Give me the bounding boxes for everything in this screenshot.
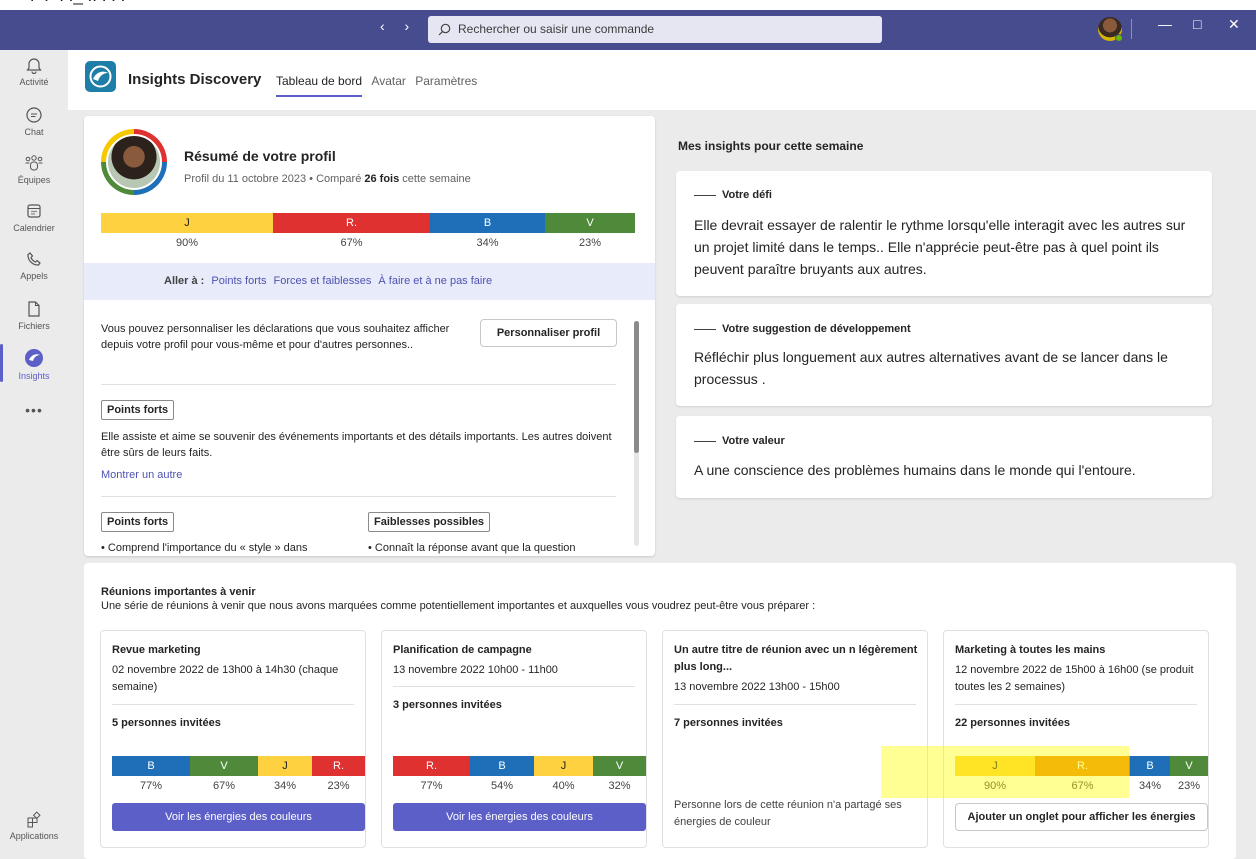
- meeting-card[interactable]: Revue marketing 02 novembre 2022 de 13h0…: [100, 630, 366, 848]
- meeting-invited: 7 personnes invitées: [674, 717, 783, 729]
- file-icon: [28, 301, 40, 317]
- upcoming-meetings: Réunions importantes à venir Une série d…: [84, 563, 1236, 859]
- meeting-invited: 22 personnes invitées: [955, 717, 1070, 729]
- search-input[interactable]: Rechercher ou saisir une commande: [428, 16, 882, 43]
- strength-item: • Comprend l'importance du « style » dan…: [101, 542, 308, 554]
- show-another-link[interactable]: Montrer un autre: [101, 469, 182, 481]
- weekly-insights: Mes insights pour cette semaine Votre dé…: [663, 116, 1236, 556]
- weakness-item: • Connaît la réponse avant que la questi…: [368, 542, 576, 554]
- rail-item-calls[interactable]: Appels: [0, 250, 68, 281]
- insight-card-development: Votre suggestion de développement Réfléc…: [676, 304, 1212, 406]
- energy-segment-red: R.: [273, 213, 430, 233]
- meeting-energy-bar: R. B J V: [393, 756, 646, 776]
- rail-item-chat[interactable]: Chat: [0, 106, 68, 137]
- add-energies-tab-button[interactable]: Ajouter un onglet pour afficher les éner…: [955, 803, 1208, 831]
- teams-icon: [25, 155, 43, 171]
- meeting-title: Revue marketing: [112, 644, 201, 656]
- energy-segment-blue: B: [430, 213, 545, 233]
- maximize-button[interactable]: □: [1193, 16, 1201, 32]
- view-color-energies-button[interactable]: Voir les énergies des couleurs: [112, 803, 365, 831]
- user-avatar[interactable]: [1098, 17, 1123, 42]
- rail-item-activity[interactable]: Activité: [0, 56, 68, 87]
- search-icon: [438, 23, 451, 36]
- profile-subtitle: Profil du 11 octobre 2023 • Comparé 26 f…: [184, 173, 471, 185]
- insights-icon: [25, 349, 43, 367]
- phone-icon: [27, 252, 41, 266]
- app-header: Insights Discovery Tableau de bord Avata…: [68, 50, 1256, 110]
- more-apps-button[interactable]: •••: [0, 402, 68, 418]
- goto-link-dos-donts[interactable]: À faire et à ne pas faire: [378, 275, 492, 287]
- app-rail: Activité Chat Équipes Calendrier Appels …: [0, 50, 68, 859]
- insights-logo-icon: [85, 61, 116, 92]
- rail-item-insights[interactable]: Insights: [0, 344, 68, 382]
- meetings-title: Réunions importantes à venir: [101, 586, 256, 598]
- meeting-invited: 3 personnes invitées: [393, 699, 502, 711]
- profile-scrollbar[interactable]: [634, 321, 639, 546]
- close-button[interactable]: ✕: [1228, 16, 1240, 33]
- bell-icon: [26, 58, 42, 74]
- meeting-card[interactable]: Marketing à toutes les mains 12 novembre…: [943, 630, 1209, 848]
- meeting-card[interactable]: Un autre titre de réunion avec un n légè…: [662, 630, 928, 848]
- rail-item-teams[interactable]: Équipes: [0, 154, 68, 185]
- meeting-date: 13 novembre 2022 13h00 - 15h00: [674, 681, 840, 693]
- meeting-energy-bar: B V J R.: [112, 756, 365, 776]
- meeting-invited: 5 personnes invitées: [112, 717, 221, 729]
- meeting-date: 12 novembre 2022 de 15h00 à 16h00 (se pr…: [955, 664, 1194, 693]
- tab-avatar[interactable]: Avatar: [371, 74, 405, 88]
- app-tabs: Tableau de bord Avatar Paramètres: [276, 74, 483, 97]
- meeting-title: Marketing à toutes les mains: [955, 644, 1106, 656]
- strengths-text: Elle assiste et aime se souvenir des évé…: [101, 431, 612, 459]
- profile-title: Résumé de votre profil: [184, 148, 336, 164]
- profile-energy-percentages: 90% 67% 34% 23%: [175, 237, 602, 249]
- view-color-energies-button[interactable]: Voir les énergies des couleurs: [393, 803, 646, 831]
- tab-dashboard[interactable]: Tableau de bord: [276, 74, 363, 97]
- rail-item-calendar[interactable]: Calendrier: [0, 202, 68, 233]
- energy-segment-yellow: J: [101, 213, 273, 233]
- chat-icon: [26, 107, 42, 123]
- goto-link-strengths[interactable]: Points forts: [211, 275, 266, 287]
- no-energies-note: Personne lors de cette réunion n'a parta…: [674, 799, 902, 828]
- profile-description: Vous pouvez personnaliser les déclaratio…: [101, 323, 450, 351]
- search-placeholder: Rechercher ou saisir une commande: [458, 22, 655, 36]
- apps-icon: [27, 811, 41, 828]
- highlight-overlay: [881, 746, 1129, 798]
- title-bar: Γ . ·. ._ .. . . . ‹ › Rechercher ou sai…: [0, 0, 1256, 50]
- rail-item-files[interactable]: Fichiers: [0, 300, 68, 331]
- calendar-icon: [27, 204, 41, 218]
- profile-energy-bar: J R. B V: [101, 213, 635, 233]
- insight-card-value: Votre valeur A une conscience des problè…: [676, 416, 1212, 498]
- meeting-date: 13 novembre 2022 10h00 - 11h00: [393, 664, 558, 676]
- insights-title: Mes insights pour cette semaine: [678, 139, 864, 153]
- meeting-title: Un autre titre de réunion avec un n légè…: [674, 644, 918, 673]
- app-title: Insights Discovery: [128, 71, 262, 88]
- insight-card-challenge: Votre défi Elle devrait essayer de ralen…: [676, 171, 1212, 296]
- meeting-title: Planification de campagne: [393, 644, 532, 656]
- presence-available-icon: [1115, 34, 1123, 42]
- goto-bar: Aller à : Points forts Forces et faibles…: [84, 263, 655, 300]
- nav-arrows[interactable]: ‹ ›: [380, 18, 417, 34]
- customize-profile-button[interactable]: Personnaliser profil: [480, 319, 617, 347]
- strengths-tag-2: Points forts: [101, 512, 175, 532]
- strengths-tag: Points forts: [101, 400, 175, 420]
- meetings-subtitle: Une série de réunions à venir que nous a…: [101, 600, 816, 612]
- profile-summary-card: Résumé de votre profil Profil du 11 octo…: [84, 116, 655, 556]
- rail-item-apps[interactable]: Applications: [0, 810, 68, 841]
- tab-settings[interactable]: Paramètres: [415, 74, 477, 88]
- meeting-card[interactable]: Planification de campagne 13 novembre 20…: [381, 630, 647, 848]
- goto-link-strengths-weaknesses[interactable]: Forces et faiblesses: [274, 275, 372, 287]
- minimize-button[interactable]: —: [1158, 16, 1172, 32]
- weaknesses-tag: Faiblesses possibles: [368, 512, 491, 532]
- meeting-date: 02 novembre 2022 de 13h00 à 14h30 (chaqu…: [112, 664, 339, 693]
- profile-avatar: [101, 129, 167, 195]
- energy-segment-green: V: [545, 213, 635, 233]
